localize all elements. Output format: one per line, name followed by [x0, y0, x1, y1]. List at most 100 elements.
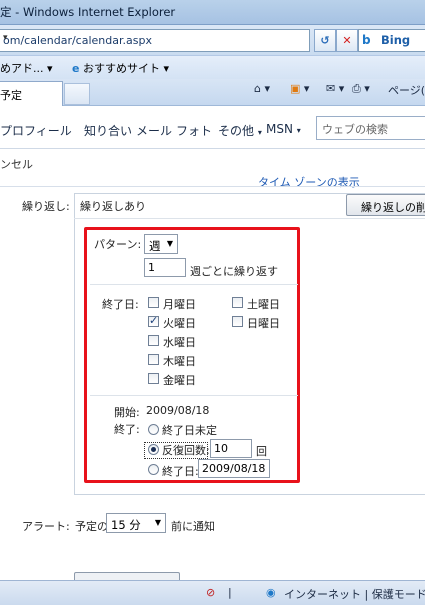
interval-input[interactable]: 1 [144, 258, 186, 277]
page-menu-label: ページ( [388, 84, 425, 97]
favorite-item-2-label: おすすめサイト [82, 62, 160, 75]
status-divider: | [228, 586, 232, 599]
alarm-prefix: 予定の [75, 520, 108, 533]
checkbox-thursday[interactable] [148, 354, 159, 365]
security-zone[interactable]: インターネット | 保護モード: [284, 586, 425, 602]
start-value: 2009/08/18 [146, 404, 210, 417]
repeat-label: 繰り返し: [22, 200, 70, 213]
interval-value: 1 [148, 261, 155, 274]
end-date-label: 終了日: [162, 465, 199, 478]
day-label-wednesday: 水曜日 [163, 336, 196, 349]
print-button[interactable]: ⎙ ▾ [352, 82, 370, 96]
day-label-monday: 月曜日 [163, 298, 196, 311]
checkbox-monday[interactable] [148, 297, 159, 308]
interval-suffix: 週ごとに繰り返す [190, 265, 278, 278]
new-tab-button[interactable] [64, 83, 90, 105]
delete-repeat-button[interactable]: 繰り返しの削除 [346, 194, 425, 216]
day-label-sunday: 日曜日 [247, 317, 280, 330]
checkbox-saturday[interactable] [232, 297, 243, 308]
page-menu[interactable]: ページ( [388, 82, 425, 98]
chevron-down-icon: ▾ [257, 128, 262, 137]
chevron-down-icon: ▼ [154, 518, 161, 527]
day-label-friday: 金曜日 [163, 374, 196, 387]
end-none-label: 終了日未定 [162, 424, 217, 437]
chevron-down-icon: ▾ [163, 62, 169, 75]
nav-link-more[interactable]: その他 ▾ [218, 122, 262, 139]
feed-icon: ▣ [290, 82, 301, 95]
address-input[interactable]: om/calendar/calendar.aspx ▾ [0, 29, 310, 52]
tab-current[interactable]: 予定 [0, 81, 63, 106]
refresh-icon: ↺ [320, 34, 330, 47]
feeds-button[interactable]: ▣ ▾ [290, 82, 309, 95]
web-search-placeholder: ウェブの検索 [322, 123, 388, 136]
favorite-item-1[interactable]: めアド... ▾ [0, 60, 53, 76]
close-icon: ✕ [342, 34, 352, 47]
nav-link-msn[interactable]: MSN ▾ [266, 122, 301, 136]
cancel-link[interactable]: ンセル [0, 156, 33, 172]
end-count-input[interactable]: 10 [210, 439, 252, 458]
radio-end-count[interactable] [148, 444, 159, 455]
end-count-unit: 回 [256, 445, 267, 458]
radio-end-date[interactable] [148, 464, 159, 475]
divider [90, 395, 298, 396]
chevron-down-icon: ▼ [166, 239, 173, 248]
home-button[interactable]: ⌂ ▾ [254, 82, 270, 95]
favorite-item-2[interactable]: e おすすめサイト ▾ [72, 60, 169, 76]
mail-button[interactable]: ✉ ▾ [326, 82, 344, 95]
day-label-thursday: 木曜日 [163, 355, 196, 368]
divider [0, 186, 425, 187]
chevron-down-icon: ▾ [47, 62, 53, 75]
stop-button[interactable]: ✕ [336, 29, 358, 52]
refresh-button[interactable]: ↺ [314, 29, 336, 52]
alarm-value: 15 分 [111, 518, 141, 532]
day-label-tuesday: 火曜日 [163, 317, 196, 330]
enddays-label: 終了日: [102, 298, 139, 311]
timezone-link[interactable]: タイム ゾーンの表示 [258, 174, 360, 190]
tab-label: 予定 [0, 89, 22, 102]
alarm-label: アラート: [22, 520, 70, 533]
web-search-input[interactable]: ウェブの検索 [316, 116, 425, 140]
alarm-select[interactable]: 15 分 ▼ [106, 513, 166, 533]
checkbox-tuesday[interactable] [148, 314, 159, 327]
mail-icon: ✉ [326, 82, 336, 95]
end-count-value: 10 [214, 442, 228, 455]
alarm-suffix: 前に通知 [171, 520, 215, 533]
nav-link-mail[interactable]: メール [136, 122, 172, 139]
title-bar: 定 - Windows Internet Explorer [0, 0, 425, 25]
checkbox-friday[interactable] [148, 373, 159, 384]
live-header: プロフィール 知り合い メール フォト その他 ▾ MSN ▾ ウェブの検索 [0, 106, 425, 149]
nav-link-more-label: その他 [218, 124, 255, 138]
nav-link-msn-label: MSN [266, 122, 293, 136]
delete-repeat-button-label: 繰り返しの削除 [361, 201, 425, 214]
address-dropdown-icon[interactable]: ▾ [3, 33, 307, 43]
nav-link-contacts[interactable]: 知り合い [84, 122, 132, 139]
end-label: 終了: [114, 423, 140, 436]
end-date-input[interactable]: 2009/08/18 [198, 459, 270, 478]
checkbox-sunday[interactable] [232, 316, 243, 327]
status-bar: ⊘ | ◉ インターネット | 保護モード: [0, 580, 425, 605]
repeat-value: 繰り返しあり [80, 200, 146, 213]
globe-icon: ◉ [266, 586, 276, 599]
day-label-saturday: 土曜日 [247, 298, 280, 311]
divider [74, 218, 425, 219]
pattern-value: 週 [149, 239, 161, 253]
search-engine-label: Bing [381, 33, 411, 47]
print-icon: ⎙ [352, 82, 361, 95]
ie-icon: e [72, 62, 80, 75]
favorites-bar: めアド... ▾ e おすすめサイト ▾ [0, 55, 425, 80]
divider [90, 284, 298, 285]
end-count-label: 反復回数: [162, 444, 210, 457]
popup-blocked-icon[interactable]: ⊘ [206, 586, 215, 599]
nav-link-profile[interactable]: プロフィール [0, 122, 72, 139]
home-icon: ⌂ [254, 82, 261, 95]
window-title: 定 - Windows Internet Explorer [0, 5, 176, 19]
favorite-item-1-label: めアド... [0, 62, 44, 75]
radio-end-none[interactable] [148, 424, 159, 435]
pattern-select[interactable]: 週 ▼ [144, 234, 178, 254]
pattern-label: パターン: [94, 238, 142, 251]
search-engine-box[interactable]: b Bing [358, 29, 425, 52]
checkbox-wednesday[interactable] [148, 335, 159, 346]
address-bar-row: om/calendar/calendar.aspx ▾ ↺ ✕ b Bing [0, 25, 425, 55]
nav-link-photos[interactable]: フォト [176, 122, 212, 139]
chevron-down-icon: ▾ [296, 126, 301, 135]
